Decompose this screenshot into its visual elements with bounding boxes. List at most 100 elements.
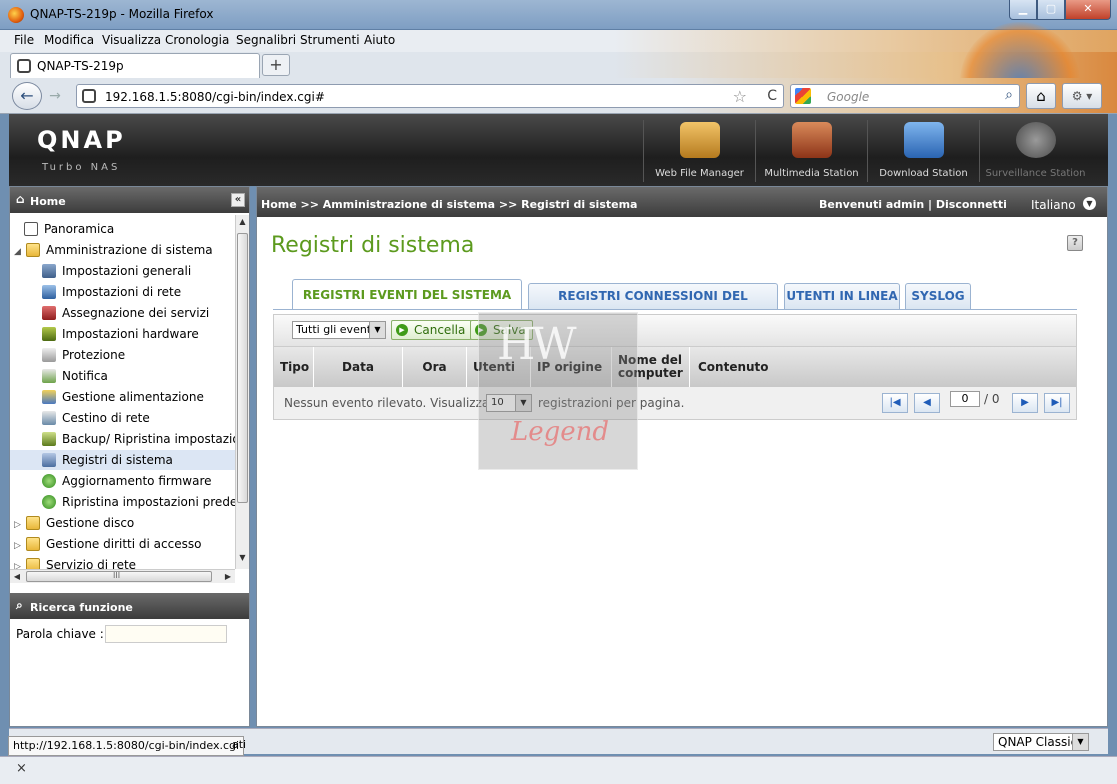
first-page-icon[interactable]: |◀ [882, 393, 908, 413]
search-icon: ⌕ [16, 598, 23, 612]
tree-horizontal-scrollbar[interactable]: ◀ III ▶ [10, 569, 235, 583]
table-footer: Nessun evento rilevato. Visualizza 10 ▼ … [274, 387, 1076, 419]
chevron-down-icon[interactable]: ▼ [369, 322, 385, 338]
address-text[interactable]: 192.168.1.5:8080/cgi-bin/index.cgi# [105, 90, 325, 104]
home-panel-header: ⌂ Home « [10, 187, 249, 213]
tree-item-panoramica[interactable]: Panoramica [24, 219, 114, 239]
tree-item-notifica[interactable]: Notifica [42, 366, 108, 386]
multimedia-station-button[interactable]: Multimedia Station [755, 120, 867, 182]
magnifier-icon[interactable]: ⌕ [1005, 87, 1013, 103]
menu-segnalibri[interactable]: Segnalibri [236, 33, 296, 47]
delete-button[interactable]: ▶ Cancella [391, 320, 473, 340]
tree-item-aggiornamento-firmware[interactable]: Aggiornamento firmware [42, 471, 212, 491]
tree-item-impostazioni-hardware[interactable]: Impostazioni hardware [42, 324, 199, 344]
page-number-input[interactable]: 0 [950, 391, 980, 407]
tab-registri-eventi[interactable]: REGISTRI EVENTI DEL SISTEMA [292, 279, 522, 309]
site-identity-icon[interactable] [82, 89, 96, 103]
theme-select[interactable]: QNAP Classic ▼ [993, 733, 1089, 751]
collapsed-arrow-icon[interactable]: ▷ [14, 515, 26, 535]
firmware-icon [42, 474, 56, 488]
scroll-up-icon[interactable]: ▲ [236, 217, 249, 231]
tree-item-cestino-rete[interactable]: Cestino di rete [42, 408, 150, 428]
forward-arrow-icon[interactable]: → [44, 87, 66, 105]
tree-vertical-scrollbar[interactable]: ▲ ▼ [235, 215, 249, 569]
keyword-label: Parola chiave : [16, 627, 104, 641]
menu-visualizza[interactable]: Visualizza [102, 33, 161, 47]
main-panel: Home >> Amministrazione di sistema >> Re… [256, 186, 1108, 727]
scroll-left-icon[interactable]: ◀ [10, 570, 24, 583]
tab-registri-connessioni[interactable]: REGISTRI CONNESSIONI DEL SISTEMA [528, 283, 778, 327]
language-select[interactable]: Italiano [1031, 198, 1076, 212]
tab-syslog[interactable]: SYSLOG [905, 283, 971, 309]
back-forward-group: ← → [12, 82, 68, 110]
web-file-manager-button[interactable]: Web File Manager [643, 120, 755, 182]
menu-cronologia[interactable]: Cronologia [165, 33, 229, 47]
menu-file[interactable]: File [14, 33, 34, 47]
close-status-icon[interactable]: × [16, 761, 27, 776]
tree-item-amministrazione[interactable]: ◢ Amministrazione di sistema [14, 240, 213, 260]
lock-icon [42, 348, 56, 362]
address-bar[interactable]: 192.168.1.5:8080/cgi-bin/index.cgi# ☆ C [76, 84, 784, 108]
google-icon[interactable] [795, 88, 811, 104]
last-page-icon[interactable]: ▶| [1044, 393, 1070, 413]
notification-icon [42, 369, 56, 383]
surveillance-station-button[interactable]: Surveillance Station [979, 120, 1091, 182]
tree-item-ripristina-predefinite[interactable]: Ripristina impostazioni predefir [42, 492, 235, 512]
download-station-button[interactable]: Download Station [867, 120, 979, 182]
tree-item-servizio-rete[interactable]: ▷ Servizio di rete [14, 555, 136, 569]
tree-item-impostazioni-generali[interactable]: Impostazioni generali [42, 261, 191, 281]
collapse-panel-icon[interactable]: « [231, 193, 245, 207]
bookmark-star-icon[interactable]: ☆ [733, 87, 747, 106]
column-contenuto[interactable]: Contenuto [690, 347, 1076, 387]
column-tipo[interactable]: Tipo [274, 347, 314, 387]
back-arrow-icon[interactable]: ← [12, 82, 42, 110]
addon-icon[interactable]: ⚙ ▾ [1062, 83, 1102, 109]
scroll-thumb[interactable] [237, 233, 248, 503]
maximize-icon[interactable]: ▢ [1037, 0, 1065, 20]
tree-item-gestione-diritti[interactable]: ▷ Gestione diritti di accesso [14, 534, 201, 554]
tree-item-assegnazione-servizi[interactable]: Assegnazione dei servizi [42, 303, 209, 323]
next-page-icon[interactable]: ▶ [1012, 393, 1038, 413]
home-icon-small: ⌂ [16, 192, 25, 206]
browser-status-bar: × [0, 756, 1117, 784]
chevron-down-icon[interactable]: ▼ [1072, 734, 1088, 750]
help-icon[interactable]: ? [1067, 235, 1083, 251]
collapsed-arrow-icon[interactable]: ▷ [14, 557, 26, 569]
qnap-favicon-icon [17, 59, 31, 73]
scroll-right-icon[interactable]: ▶ [221, 570, 235, 583]
logout-link[interactable]: Disconnetti [936, 198, 1007, 211]
browser-tab[interactable]: QNAP-TS-219p [10, 53, 260, 78]
event-filter-select[interactable]: Tutti gli eventi ▼ [292, 321, 386, 339]
folder-icon [26, 537, 40, 551]
column-data[interactable]: Data [314, 347, 403, 387]
scroll-down-icon[interactable]: ▼ [236, 553, 249, 567]
language-dropdown-icon[interactable]: ▼ [1083, 197, 1096, 210]
tab-utenti-in-linea[interactable]: UTENTI IN LINEA [784, 283, 900, 309]
tree-item-gestione-disco[interactable]: ▷ Gestione disco [14, 513, 134, 533]
tree-item-gestione-alimentazione[interactable]: Gestione alimentazione [42, 387, 204, 407]
menu-strumenti[interactable]: Strumenti [300, 33, 360, 47]
qnap-header: QNAP Turbo NAS Web File Manager Multimed… [9, 114, 1108, 186]
search-bar[interactable]: Google ⌕ [790, 84, 1020, 108]
column-ora[interactable]: Ora [403, 347, 467, 387]
expanded-arrow-icon[interactable]: ◢ [14, 242, 26, 262]
reload-icon[interactable]: C [767, 88, 777, 104]
home-icon[interactable]: ⌂ [1026, 83, 1056, 109]
new-tab-button[interactable]: + [262, 54, 290, 76]
keyword-input[interactable] [105, 625, 227, 643]
tree-item-registri-sistema[interactable]: Registri di sistema [10, 450, 235, 470]
tree-item-protezione[interactable]: Protezione [42, 345, 125, 365]
camera-dome-icon [1015, 122, 1056, 158]
menu-aiuto[interactable]: Aiuto [364, 33, 395, 47]
close-window-icon[interactable]: ✕ [1065, 0, 1111, 20]
tree-item-impostazioni-rete[interactable]: Impostazioni di rete [42, 282, 181, 302]
folder-open-icon [26, 243, 40, 257]
previous-page-icon[interactable]: ◀ [914, 393, 940, 413]
collapsed-arrow-icon[interactable]: ▷ [14, 536, 26, 556]
hscroll-thumb[interactable]: III [26, 571, 212, 582]
minimize-icon[interactable]: ▁ [1009, 0, 1037, 20]
menu-modifica[interactable]: Modifica [44, 33, 94, 47]
system-log-icon [42, 453, 56, 467]
breadcrumb[interactable]: Home >> Amministrazione di sistema >> Re… [261, 198, 637, 211]
tree-item-backup-ripristina[interactable]: Backup/ Ripristina impostazion [42, 429, 235, 449]
